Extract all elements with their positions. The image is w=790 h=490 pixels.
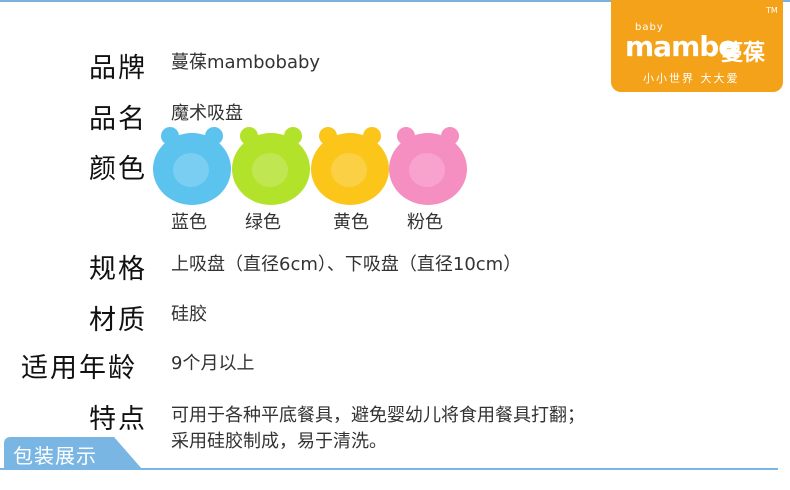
logo-brand-latin: mambo: [625, 30, 738, 63]
brand-label: 品牌: [89, 53, 147, 84]
bowl-inner: [173, 153, 209, 187]
age-value: 9个月以上: [171, 353, 255, 374]
brand-logo: baby mambo TM 蔓葆 小小世界 大大爱: [611, 0, 783, 92]
packaging-section-title: 包装展示: [13, 444, 97, 468]
product-name-label: 品名: [89, 104, 147, 135]
bowl-inner: [252, 153, 288, 187]
size-value: 上吸盘（直径6cm）、下吸盘（直径10cm）: [171, 254, 522, 275]
logo-brand-cn: 蔓葆: [721, 41, 766, 66]
bowl-inner: [331, 153, 367, 187]
packaging-section-tab: 包装展示: [4, 437, 142, 469]
pink-suction-bowl-image: [389, 127, 467, 205]
bowl-inner: [409, 153, 445, 187]
color-name-pink: 粉色: [407, 212, 443, 233]
bowl-body: [311, 133, 389, 205]
color-name-green: 绿色: [245, 212, 281, 233]
yellow-suction-bowl-image: [311, 127, 389, 205]
blue-suction-bowl-image: [153, 127, 231, 205]
features-label: 特点: [89, 404, 147, 435]
color-name-yellow: 黄色: [333, 212, 369, 233]
bowl-body: [389, 133, 467, 205]
color-label: 颜色: [89, 154, 147, 185]
footer-divider: [0, 468, 778, 470]
color-name-blue: 蓝色: [171, 212, 207, 233]
material-value: 硅胶: [171, 304, 207, 325]
logo-slogan: 小小世界 大大爱: [643, 72, 740, 85]
size-label: 规格: [89, 254, 147, 285]
logo-trademark: TM: [766, 6, 778, 15]
features-line-1: 可用于各种平底餐具，避免婴幼儿将食用餐具打翻；: [171, 405, 585, 426]
product-name-value: 魔术吸盘: [171, 103, 243, 124]
bowl-body: [153, 133, 231, 205]
age-label: 适用年龄: [21, 353, 137, 384]
material-label: 材质: [89, 305, 147, 336]
features-line-2: 采用硅胶制成，易于清洗。: [171, 431, 387, 452]
bowl-body: [232, 133, 310, 205]
brand-value: 蔓葆mambobaby: [171, 52, 321, 73]
green-suction-bowl-image: [232, 127, 310, 205]
